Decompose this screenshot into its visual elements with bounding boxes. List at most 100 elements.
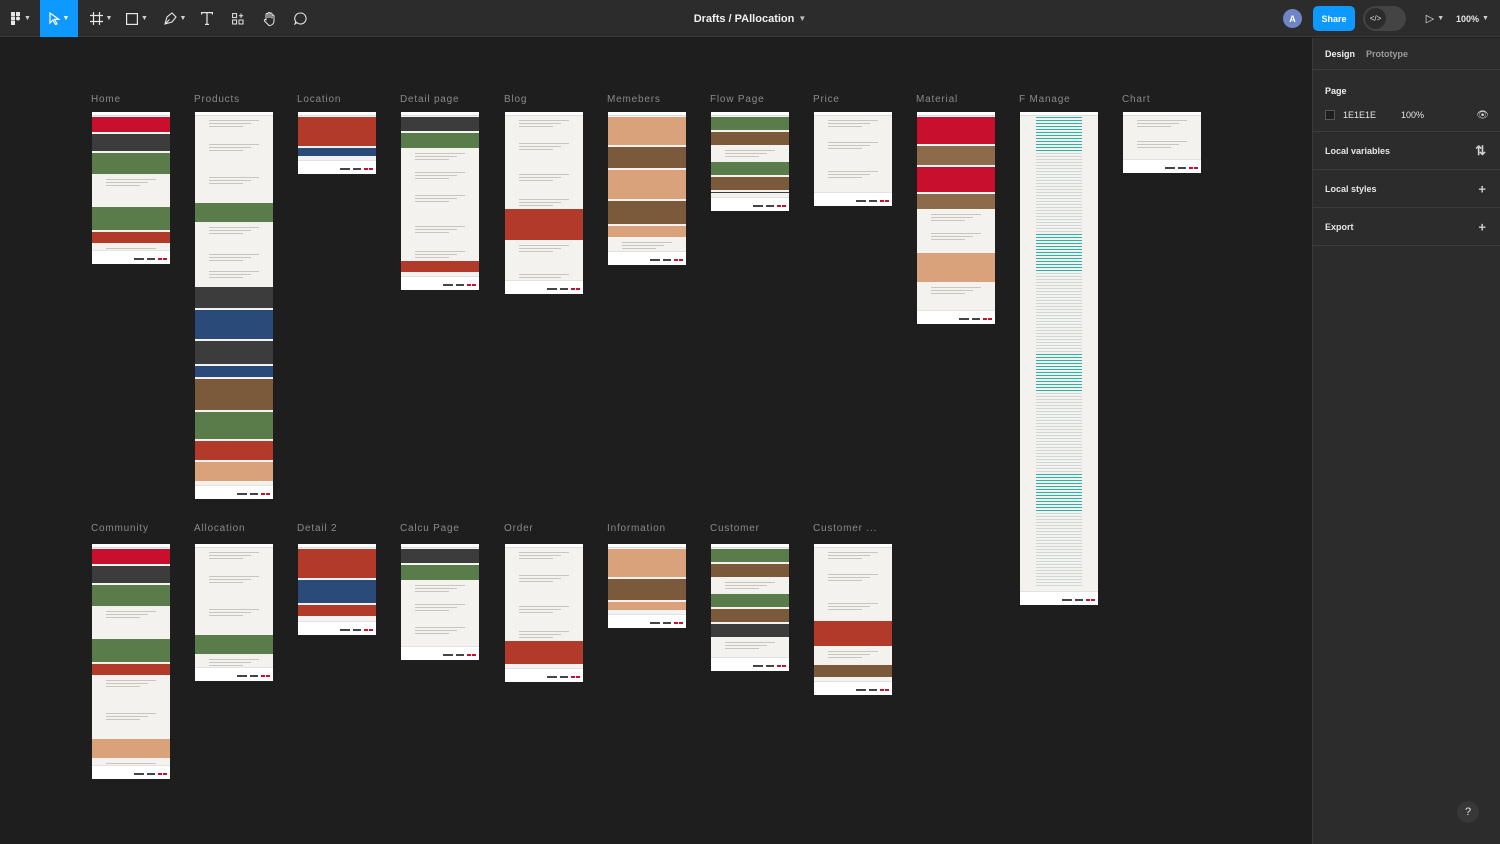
frame-thumbnail-allocation[interactable] — [195, 544, 273, 681]
page-opacity-value[interactable]: 100% — [1401, 110, 1424, 120]
page-background-row[interactable]: 1E1E1E 100% 👁 — [1325, 108, 1489, 122]
frame-text-line — [415, 229, 457, 230]
frame-label-price[interactable]: Price — [813, 94, 840, 105]
shape-tool-button[interactable]: ▼ — [122, 0, 152, 37]
help-button[interactable]: ? — [1457, 801, 1479, 823]
zoom-dropdown[interactable]: 100% ▼ — [1456, 0, 1489, 37]
frame-label-order[interactable]: Order — [504, 523, 534, 534]
footer-link — [782, 665, 786, 667]
frame-thumbnail-calcu-page[interactable] — [401, 544, 479, 660]
table-row-line — [1036, 474, 1082, 475]
frame-text-line — [415, 198, 457, 199]
frame-label-location[interactable]: Location — [297, 94, 341, 105]
present-button[interactable]: ▷ ▼ — [1422, 0, 1448, 37]
canvas[interactable]: Home Products Location Detail page Blog Memeb… — [0, 38, 1312, 844]
frame-thumbnail-detail-2[interactable] — [298, 544, 376, 635]
table-row-line — [1036, 360, 1082, 361]
variables-icon[interactable]: ⇅ — [1475, 143, 1486, 159]
frame-text-block — [505, 628, 583, 639]
frame-thumbnail-customer[interactable] — [711, 544, 789, 671]
frame-thumbnail-blog[interactable] — [505, 112, 583, 294]
dev-mode-toggle[interactable]: </> — [1363, 6, 1406, 31]
frame-label-material[interactable]: Material — [916, 94, 958, 105]
frame-text-block — [505, 196, 583, 207]
resources-button[interactable] — [228, 0, 248, 37]
eye-icon[interactable]: 👁 — [1476, 110, 1489, 121]
table-row-line — [1036, 315, 1082, 316]
add-icon[interactable]: + — [1478, 219, 1486, 234]
page-heading: Page — [1325, 86, 1347, 96]
frame-thumbnail-detail-page[interactable] — [401, 112, 479, 290]
frame-thumbnail-price[interactable] — [814, 112, 892, 206]
frame-nav-bar — [711, 112, 789, 116]
frame-label-calcu-page[interactable]: Calcu Page — [400, 523, 460, 534]
footer-link — [753, 665, 763, 667]
page-color-value[interactable]: 1E1E1E — [1343, 110, 1376, 120]
frame-text-line — [828, 123, 870, 124]
frame-image-block — [298, 580, 376, 603]
frame-text-line — [415, 591, 449, 592]
footer-link — [456, 654, 464, 656]
tab-design[interactable]: Design — [1325, 49, 1355, 59]
frame-label-detail-2[interactable]: Detail 2 — [297, 523, 337, 534]
table-row-line — [1036, 126, 1082, 127]
frame-text-line — [1137, 123, 1179, 124]
add-icon[interactable]: + — [1478, 181, 1486, 196]
frame-text-line — [519, 277, 561, 278]
frame-thumbnail-products[interactable] — [195, 112, 273, 499]
file-breadcrumb[interactable]: Drafts / PAllocation ▼ — [620, 0, 880, 37]
table-row-line — [1036, 321, 1082, 322]
frame-label-blog[interactable]: Blog — [504, 94, 527, 105]
frame-thumbnail-material[interactable] — [917, 112, 995, 324]
frame-tool-button[interactable]: ▼ — [86, 0, 116, 37]
frame-label-chart[interactable]: Chart — [1122, 94, 1150, 105]
frame-thumbnail-order[interactable] — [505, 544, 583, 682]
footer-link — [869, 200, 877, 202]
shape-tool-icon — [126, 12, 139, 25]
frame-thumbnail-location[interactable] — [298, 112, 376, 174]
avatar[interactable]: A — [1283, 9, 1302, 28]
frame-label-information[interactable]: Information — [607, 523, 666, 534]
footer-link — [885, 200, 889, 202]
frame-label-detail-page[interactable]: Detail page — [400, 94, 459, 105]
frame-thumbnail-f-manage[interactable] — [1020, 112, 1098, 605]
hand-tool-button[interactable] — [258, 0, 280, 37]
frame-label-flow-page[interactable]: Flow Page — [710, 94, 764, 105]
text-tool-button[interactable] — [196, 0, 218, 37]
color-swatch[interactable] — [1325, 110, 1335, 120]
pen-tool-button[interactable]: ▼ — [160, 0, 190, 37]
export-section[interactable]: Export + — [1313, 208, 1500, 246]
table-row-line — [1036, 549, 1082, 550]
frame-nav-bar — [505, 544, 583, 548]
frame-thumbnail-home[interactable] — [92, 112, 170, 264]
footer-link — [576, 288, 580, 290]
frame-label-products[interactable]: Products — [194, 94, 240, 105]
tab-prototype[interactable]: Prototype — [1366, 49, 1408, 59]
frame-thumbnail-memebers[interactable] — [608, 112, 686, 265]
frame-thumbnail-flow-page[interactable] — [711, 112, 789, 211]
frame-label-allocation[interactable]: Allocation — [194, 523, 245, 534]
frame-thumbnail-customer[interactable] — [814, 544, 892, 695]
frame-label-customer[interactable]: Customer — [710, 523, 760, 534]
local-styles-section[interactable]: Local styles + — [1313, 170, 1500, 208]
frame-nav-bar — [505, 112, 583, 116]
share-button[interactable]: Share — [1313, 6, 1355, 31]
frame-text-line — [106, 179, 156, 180]
local-variables-section[interactable]: Local variables ⇅ — [1313, 132, 1500, 170]
frame-label-home[interactable]: Home — [91, 94, 121, 105]
table-row-line — [1036, 534, 1082, 535]
frame-label-memebers[interactable]: Memebers — [607, 94, 661, 105]
frame-footer — [195, 667, 273, 681]
frame-thumbnail-chart[interactable] — [1123, 112, 1201, 173]
table-row-line — [1036, 390, 1082, 391]
frame-image-block — [298, 549, 376, 578]
frame-thumbnail-community[interactable] — [92, 544, 170, 779]
frame-label-community[interactable]: Community — [91, 523, 149, 534]
move-tool-button[interactable]: ▼ — [40, 0, 78, 37]
frame-label-f-manage[interactable]: F Manage — [1019, 94, 1070, 105]
frame-thumbnail-information[interactable] — [608, 544, 686, 628]
frame-label-customer[interactable]: Customer ... — [813, 523, 877, 534]
main-menu-button[interactable]: ▼ — [6, 0, 36, 37]
footer-link — [261, 675, 265, 677]
comment-tool-button[interactable] — [290, 0, 310, 37]
